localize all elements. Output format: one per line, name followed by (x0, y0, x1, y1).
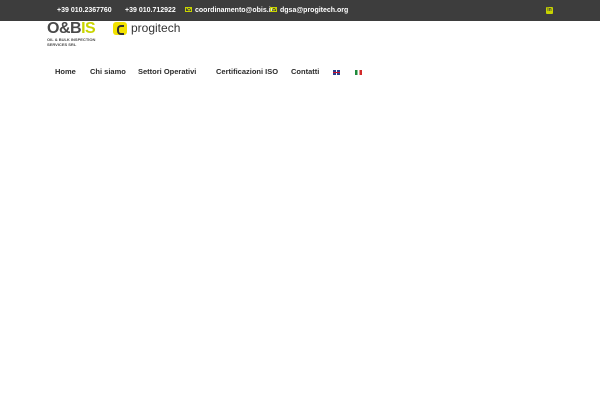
main-navigation: Home Chi siamo Settori Operativi Certifi… (0, 60, 600, 84)
obis-logo[interactable]: O&BIS OIL & BULK INSPECTION SERVICES SRL (47, 21, 107, 47)
obis-logo-mark: O&BIS (47, 20, 96, 37)
nav-home[interactable]: Home (55, 60, 76, 84)
email-link-1[interactable]: coordinamento@obis.it (185, 0, 273, 21)
nav-certificazioni-iso[interactable]: Certificazioni ISO (216, 60, 278, 84)
nav-contatti[interactable]: Contatti (291, 60, 319, 84)
obis-logo-subtitle: OIL & BULK INSPECTION SERVICES SRL (47, 37, 96, 47)
progitech-badge-icon (113, 22, 127, 35)
nav-chi-siamo[interactable]: Chi siamo (90, 60, 126, 84)
top-contact-bar: +39 010.2367760 +39 010.712922 coordinam… (0, 0, 600, 21)
email-text-2: dgsa@progitech.org (280, 7, 349, 14)
phone-link-1[interactable]: +39 010.2367760 (57, 0, 112, 21)
progitech-wordmark: progitech (131, 21, 181, 35)
italian-flag-icon[interactable] (355, 70, 362, 75)
nav-settori-operativi[interactable]: Settori Operativi (138, 60, 196, 84)
envelope-icon (185, 6, 192, 12)
envelope-icon (270, 6, 277, 12)
phone-link-2[interactable]: +39 010.712922 (125, 0, 176, 21)
email-text-1: coordinamento@obis.it (195, 7, 273, 14)
linkedin-icon[interactable]: in (546, 7, 553, 14)
english-flag-icon[interactable] (333, 70, 340, 75)
email-link-2[interactable]: dgsa@progitech.org (270, 0, 348, 21)
